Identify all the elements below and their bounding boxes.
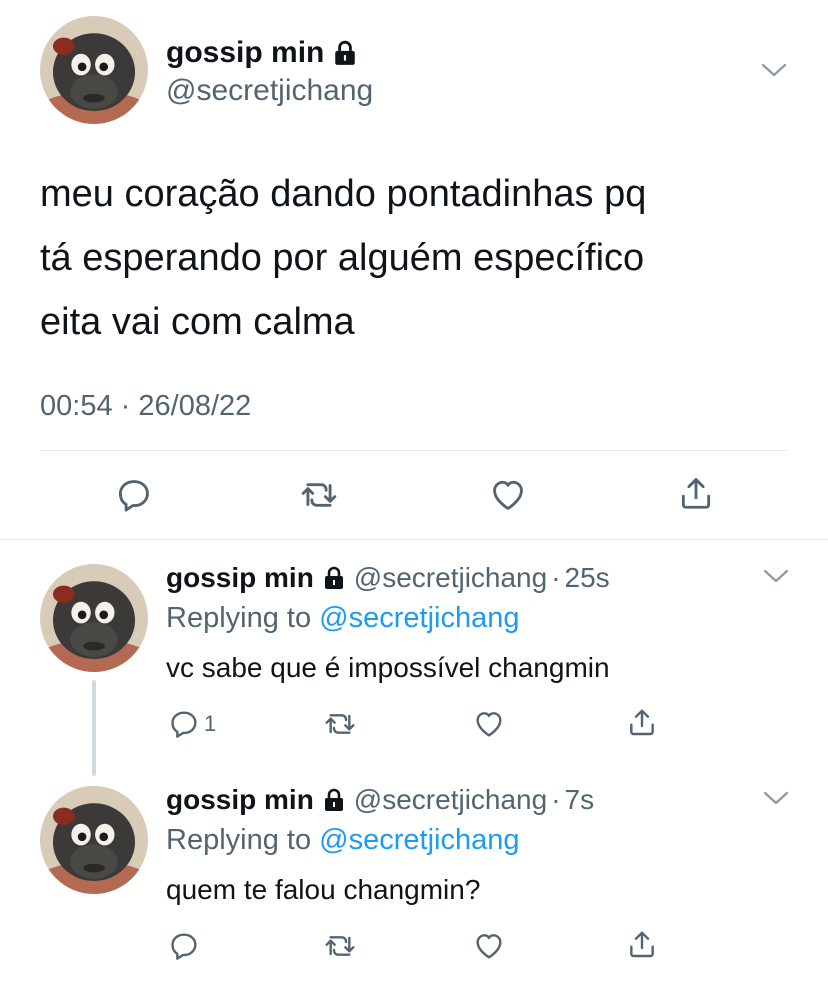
thread-line [92, 680, 96, 776]
divider [40, 450, 788, 451]
share-button[interactable] [626, 928, 658, 960]
avatar[interactable] [40, 16, 148, 124]
chevron-down-icon[interactable] [762, 566, 790, 586]
like-icon [473, 708, 505, 740]
share-icon [626, 706, 658, 738]
tweet-text: vc sabe que é impossível changmin [166, 652, 610, 683]
like-icon [489, 476, 527, 514]
tweet-time[interactable]: 25s [565, 562, 610, 594]
tweet-time: 00:54 [40, 390, 113, 422]
like-button[interactable] [473, 930, 505, 962]
reply-button[interactable] [115, 476, 153, 514]
chevron-down-icon[interactable] [762, 788, 790, 808]
replying-to-link[interactable]: @secretjichang [319, 602, 519, 634]
lock-icon [322, 788, 346, 812]
share-icon [677, 474, 715, 512]
tweet-date: 26/08/22 [138, 390, 252, 422]
author-row: gossip min [166, 36, 358, 70]
meta-separator: · [551, 562, 561, 593]
meta-separator: · [551, 784, 561, 815]
share-button[interactable] [677, 474, 715, 512]
divider [0, 539, 828, 540]
display-name[interactable]: gossip min [166, 784, 314, 816]
handle[interactable]: @secretjichang [354, 562, 547, 594]
retweet-button[interactable] [300, 476, 338, 514]
display-name[interactable]: gossip min [166, 562, 314, 594]
handle[interactable]: @secretjichang [354, 784, 547, 816]
share-icon [626, 928, 658, 960]
author-row: gossip min @secretjichang · 7s [166, 784, 594, 816]
tweet-text: meu coração dando pontadinhas pq tá espe… [40, 162, 800, 354]
avatar[interactable] [40, 786, 148, 894]
like-icon [473, 930, 505, 962]
replying-to-link[interactable]: @secretjichang [319, 824, 519, 856]
tweet-time[interactable]: 7s [565, 784, 595, 816]
tweet-text-line: tá esperando por alguém específico [40, 237, 645, 279]
retweet-icon [324, 708, 356, 740]
replying-to: Replying to @secretjichang [166, 824, 519, 857]
replying-to-label: Replying to [166, 824, 320, 856]
author-row: gossip min @secretjichang · 25s [166, 562, 610, 594]
lock-icon [322, 566, 346, 590]
reply-button[interactable]: 1 [168, 708, 216, 740]
lock-icon [332, 40, 358, 66]
reply-count: 1 [204, 711, 217, 736]
tweet-timestamp[interactable]: 00:54 · 26/08/22 [40, 390, 251, 423]
like-button[interactable] [489, 476, 527, 514]
display-name[interactable]: gossip min [166, 36, 324, 70]
share-button[interactable] [626, 706, 658, 738]
retweet-icon [300, 476, 338, 514]
tweet-text: quem te falou changmin? [166, 874, 481, 905]
like-button[interactable] [473, 708, 505, 740]
tweet-text-line: meu coração dando pontadinhas pq [40, 173, 647, 215]
avatar[interactable] [40, 564, 148, 672]
replying-to-label: Replying to [166, 602, 320, 634]
retweet-button[interactable] [324, 930, 356, 962]
reply-icon [168, 930, 200, 962]
meta-separator: · [120, 390, 131, 422]
tweet-text-line: eita vai com calma [40, 301, 355, 343]
retweet-icon [324, 930, 356, 962]
chevron-down-icon[interactable] [760, 60, 788, 80]
reply-button[interactable] [168, 930, 200, 962]
handle[interactable]: @secretjichang [166, 74, 373, 108]
reply-icon [168, 708, 200, 740]
retweet-button[interactable] [324, 708, 356, 740]
main-tweet: gossip min @secretjichang meu coração da… [0, 0, 828, 540]
reply-icon [115, 476, 153, 514]
replying-to: Replying to @secretjichang [166, 602, 519, 635]
